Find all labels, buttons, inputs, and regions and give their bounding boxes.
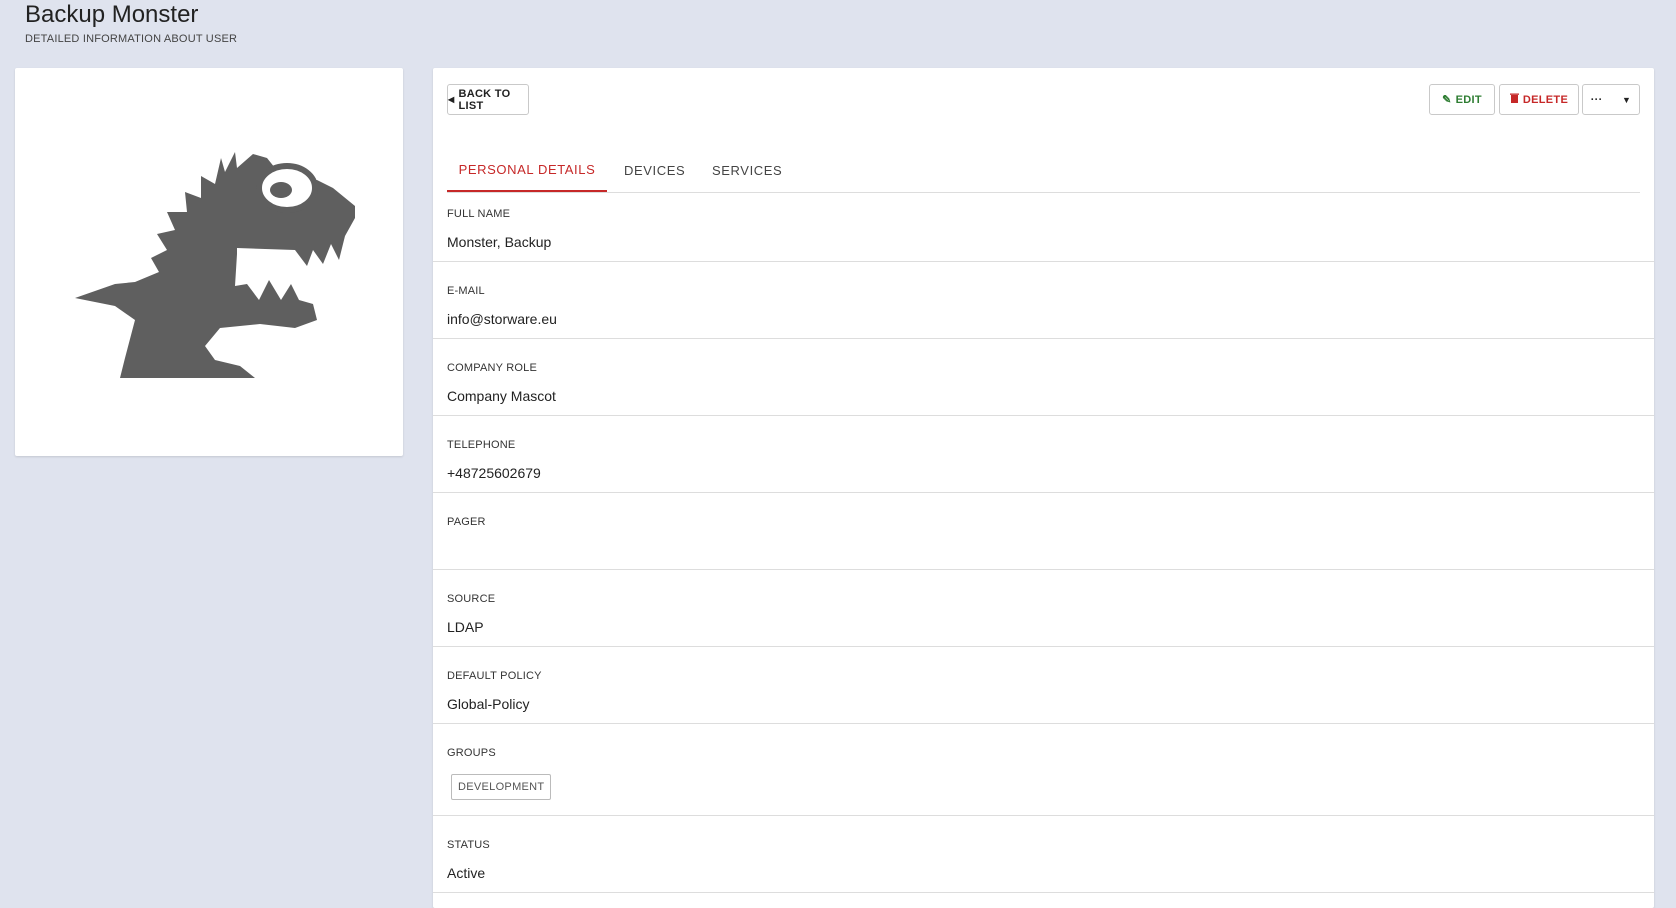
chevron-down-icon: ▼ [1622,94,1632,105]
edit-label: EDIT [1455,93,1482,106]
trash-icon [1509,93,1519,106]
more-icon: ··· [1590,93,1603,106]
field-company-role: COMPANY ROLE Company Mascot [433,339,1654,416]
field-groups: GROUPS DEVELOPMENT [433,724,1654,816]
field-label: TELEPHONE [447,439,516,451]
back-to-list-button[interactable]: ◀ BACK TO LIST [447,84,529,115]
field-label: STATUS [447,839,490,851]
avatar [75,152,355,378]
caret-left-icon: ◀ [448,95,455,104]
field-label: GROUPS [447,747,496,759]
tab-services[interactable]: SERVICES [712,148,782,192]
tab-bar: PERSONAL DETAILS DEVICES SERVICES [447,148,1640,193]
field-source: SOURCE LDAP [433,570,1654,647]
field-label: FULL NAME [447,208,511,220]
field-label: SOURCE [447,593,496,605]
field-value: Company Mascot [447,388,556,404]
avatar-card [15,68,403,456]
page-subtitle: DETAILED INFORMATION ABOUT USER [25,33,238,45]
back-to-list-label: BACK TO LIST [458,87,511,112]
group-chip[interactable]: DEVELOPMENT [451,774,552,800]
field-value: Active [447,865,486,881]
edit-button[interactable]: ✎ EDIT [1429,84,1495,115]
field-email: E-MAIL info@storware.eu [433,262,1654,339]
tab-devices[interactable]: DEVICES [624,148,685,192]
page-title: Backup Monster [25,1,199,28]
delete-button[interactable]: DELETE [1499,84,1579,115]
field-status: STATUS Active [433,816,1654,893]
field-value: Global-Policy [447,696,530,712]
more-actions-dropdown[interactable]: ··· ▼ [1582,84,1640,115]
delete-label: DELETE [1522,93,1569,106]
field-label: PAGER [447,516,486,528]
field-label: DEFAULT POLICY [447,670,542,682]
field-pager: PAGER [433,493,1654,570]
field-label: E-MAIL [447,285,485,297]
field-telephone: TELEPHONE +48725602679 [433,416,1654,493]
user-details-card: ◀ BACK TO LIST ✎ EDIT DELETE ··· ▼ PERSO… [433,68,1654,908]
field-value: LDAP [447,619,484,635]
field-label: COMPANY ROLE [447,362,538,374]
field-value: Monster, Backup [447,234,552,250]
edit-icon: ✎ [1442,94,1452,106]
field-default-policy: DEFAULT POLICY Global-Policy [433,647,1654,724]
field-value: info@storware.eu [447,311,557,327]
field-value: +48725602679 [447,465,541,481]
field-full-name: FULL NAME Monster, Backup [433,192,1654,262]
tab-personal-details[interactable]: PERSONAL DETAILS [447,148,607,192]
